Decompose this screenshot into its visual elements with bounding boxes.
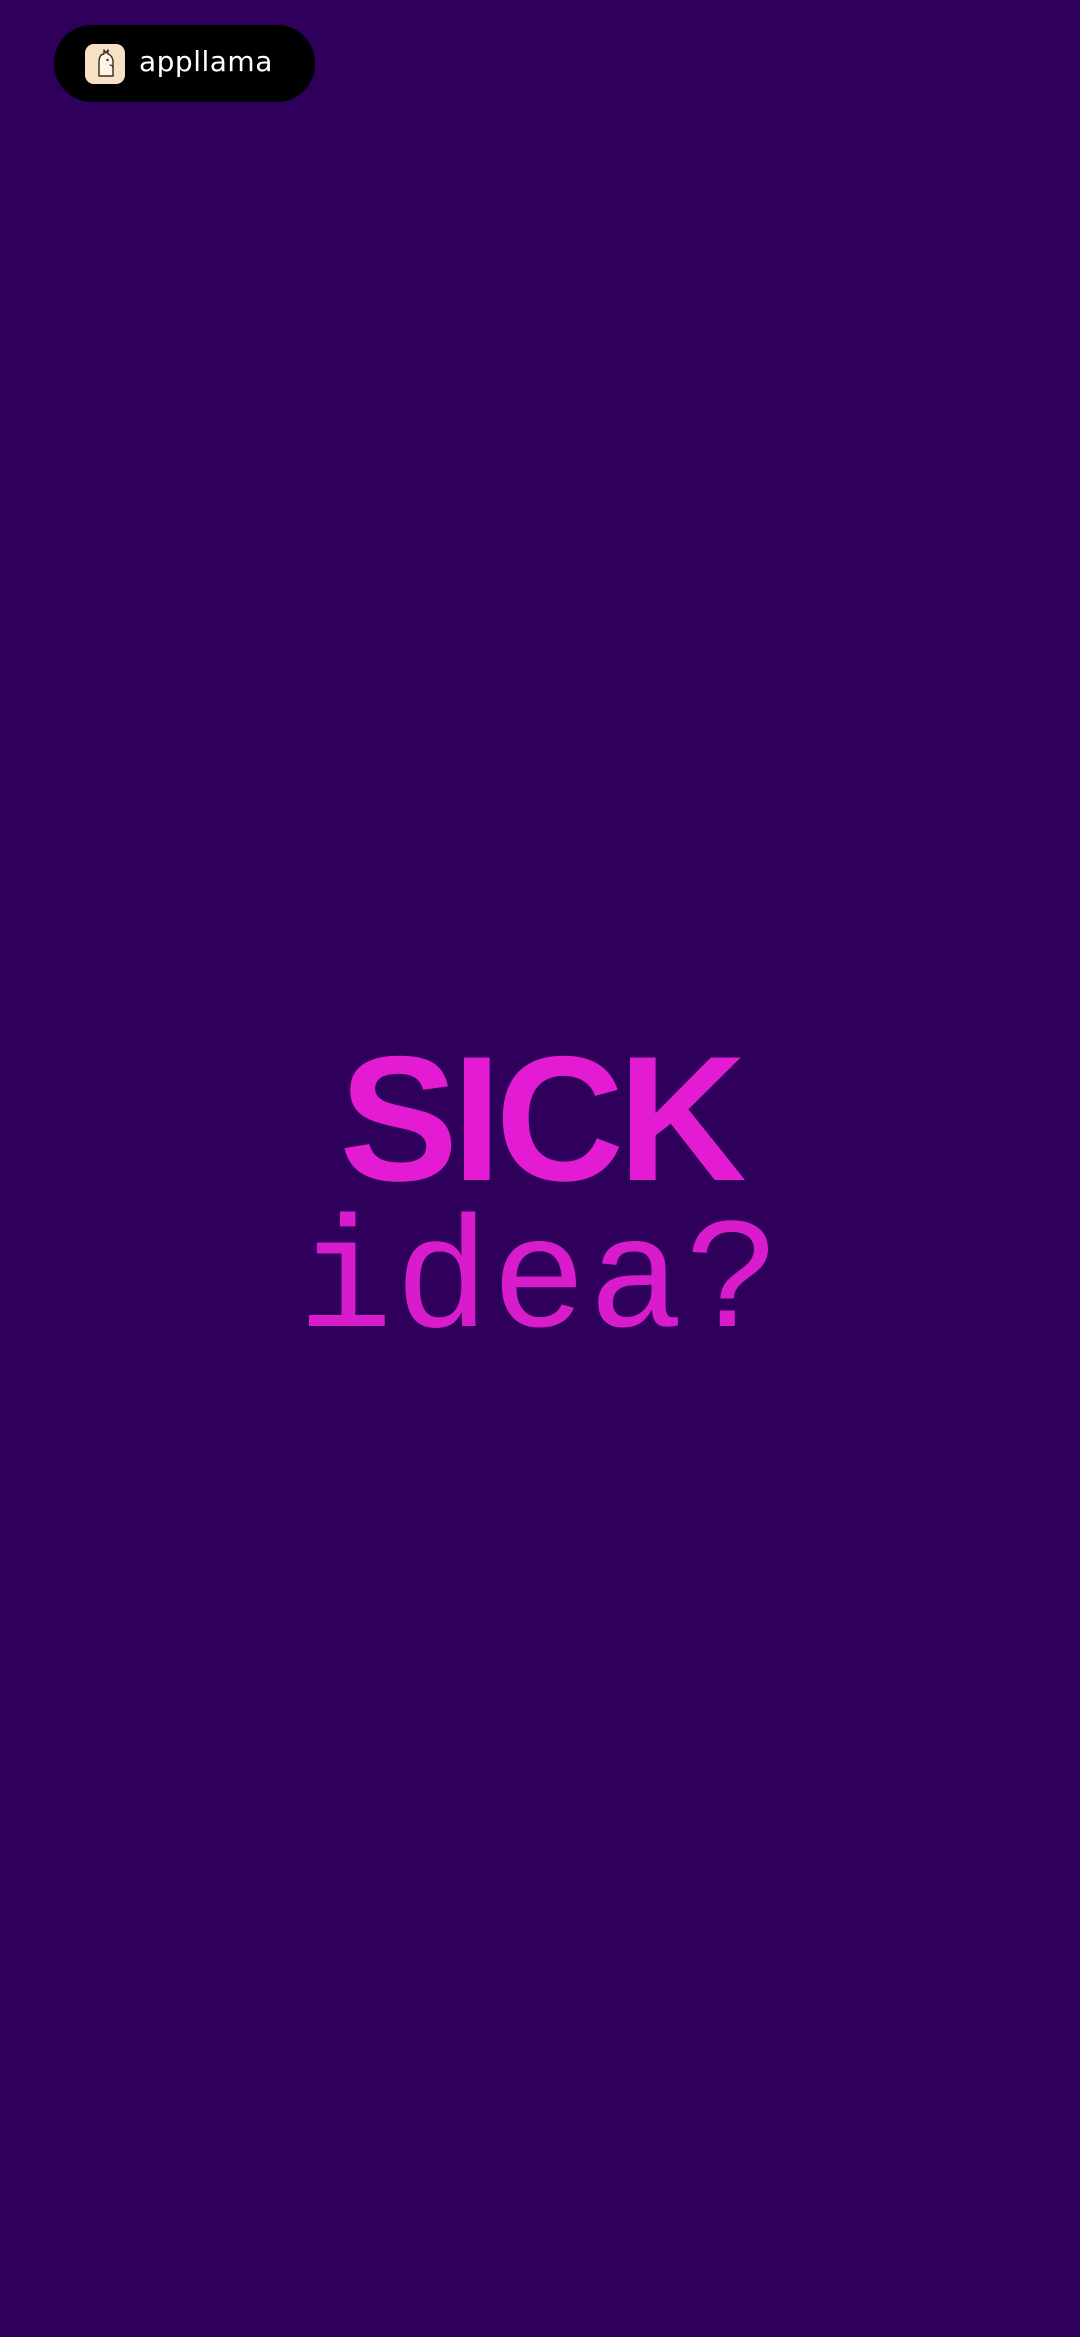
- headline: SICK: [339, 1019, 746, 1218]
- brand-name: appllama: [139, 44, 273, 78]
- subline: idea?: [297, 1195, 783, 1374]
- appllama-badge[interactable]: appllama: [54, 25, 315, 102]
- llama-icon: [85, 43, 125, 84]
